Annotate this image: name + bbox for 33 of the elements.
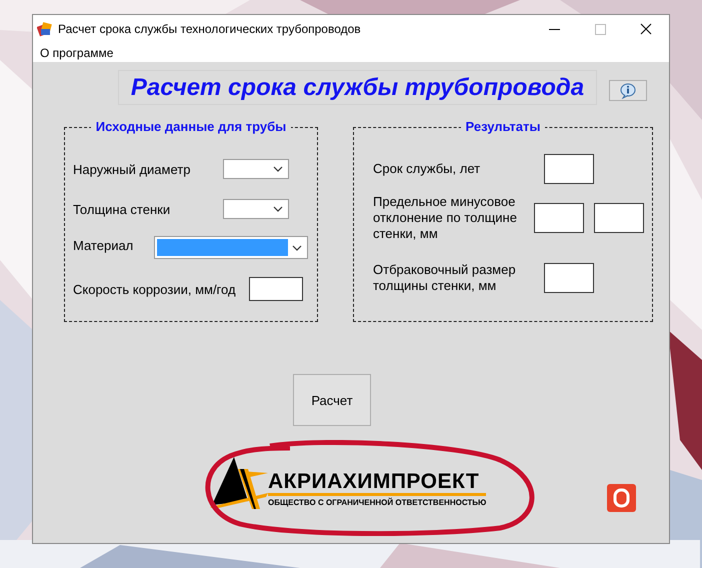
field-label: Скорость коррозии, мм/год [73, 282, 236, 296]
minimize-icon[interactable] [548, 28, 560, 30]
app-heading: Расчет срока службы трубопровода [130, 74, 584, 102]
calculate-button[interactable]: Расчет [293, 374, 371, 426]
field-label: Срок службы, лет [373, 161, 482, 177]
caret-icon [273, 206, 283, 212]
group-legend: Результаты [460, 119, 546, 134]
dropdown[interactable] [223, 199, 289, 219]
field-label: Материал [73, 238, 134, 253]
group-legend: Исходные данные для трубы [90, 119, 292, 134]
dropdown[interactable] [154, 236, 308, 259]
caret-icon [292, 244, 302, 250]
field-label: Предельное минусовое отклонение по толщине стенки, мм [373, 194, 518, 242]
field-label: Отбраковочный размер толщины стенки, мм [373, 262, 517, 294]
output-field [544, 263, 594, 293]
window-title: Расчет срока службы технологических трубопроводов [58, 22, 362, 36]
exit-icon[interactable] [607, 484, 636, 512]
close-icon[interactable] [640, 23, 652, 35]
logo-name: АКРИАХИМПРОЕКТ [268, 471, 486, 496]
field-label: Наружный диаметр [73, 162, 190, 176]
input-field[interactable] [249, 277, 303, 301]
field-label: Толщина стенки [73, 202, 170, 216]
output-field [534, 203, 584, 233]
logo-drawing [210, 455, 268, 511]
output-field [594, 203, 644, 233]
app-icon [37, 21, 53, 37]
menu-item[interactable]: О программе [33, 46, 120, 60]
output-field [544, 154, 594, 184]
info-icon [619, 82, 637, 98]
dropdown[interactable] [223, 159, 289, 179]
logo-subtitle: ОБЩЕСТВО С ОГРАНИЧЕННОЙ ОТВЕТСТВЕННОСТЬЮ [268, 498, 486, 507]
caret-icon [273, 166, 283, 172]
info-button[interactable] [609, 80, 647, 101]
